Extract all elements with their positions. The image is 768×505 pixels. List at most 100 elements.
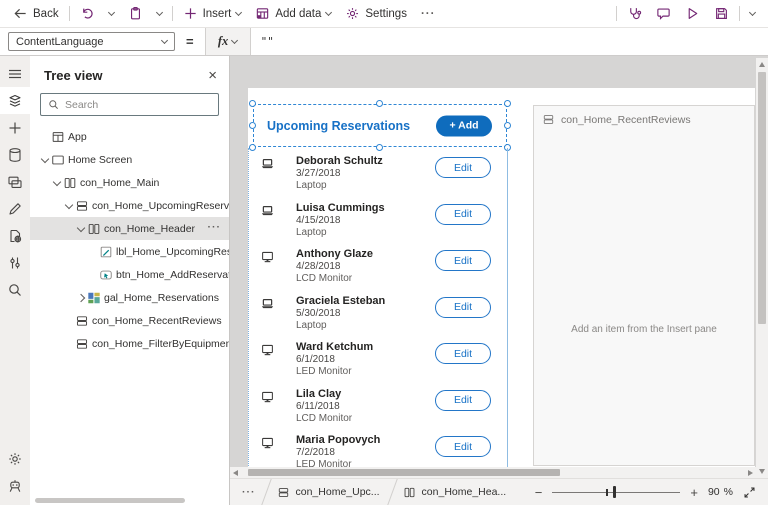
paste-dropdown[interactable] [150, 0, 169, 27]
reservation-device: Laptop [296, 180, 383, 192]
tree-item[interactable]: con_Home_Header ··· [30, 217, 229, 240]
zoom-in-button[interactable]: + [690, 485, 698, 500]
tree-item[interactable]: Home Screen [30, 148, 229, 171]
selected-header-container[interactable]: Upcoming Reservations + Add [253, 104, 507, 147]
chevron-down-icon [156, 8, 163, 15]
edit-button[interactable]: Edit [435, 297, 491, 318]
edit-button[interactable]: Edit [435, 390, 491, 411]
scroll-down-arrow[interactable] [759, 469, 765, 474]
edit-button[interactable]: Edit [435, 250, 491, 271]
settings-button[interactable]: Settings [338, 0, 414, 27]
tree-item[interactable]: con_Home_UpcomingReservations [30, 194, 229, 217]
rail-search-button[interactable] [0, 276, 30, 303]
rail-virtual-agent-button[interactable] [0, 472, 30, 499]
app-checker-button[interactable] [620, 0, 649, 27]
resize-handle[interactable] [504, 122, 511, 129]
resize-handle[interactable] [376, 100, 383, 107]
tree-item[interactable]: App [30, 125, 229, 148]
expand-chevron-icon[interactable] [62, 204, 75, 208]
tree-search-box[interactable] [40, 93, 219, 116]
edit-button[interactable]: Edit [435, 343, 491, 364]
tree-item[interactable]: btn_Home_AddReservation [30, 263, 229, 286]
add-reservation-button[interactable]: + Add [436, 115, 492, 136]
back-arrow-icon [13, 6, 28, 21]
rail-data-button[interactable] [0, 141, 30, 168]
tree-item-more-button[interactable]: ··· [208, 221, 222, 233]
horizontal-scrollbar[interactable] [230, 467, 756, 478]
formula-input[interactable]: "" [261, 35, 274, 48]
expand-chevron-icon[interactable] [74, 295, 87, 301]
search-icon [7, 282, 23, 298]
rail-insert-button[interactable] [0, 114, 30, 141]
expand-chevron-icon[interactable] [50, 181, 63, 185]
tree-item[interactable]: lbl_Home_UpcomingReservat [30, 240, 229, 263]
laptop-icon [259, 204, 276, 219]
breadcrumb-tab[interactable]: con_Home_Hea... [390, 479, 517, 505]
gallery-item[interactable]: Deborah Schultz 3/27/2018 Laptop Edit [249, 148, 507, 195]
gallery-item[interactable]: Ward Ketchum 6/1/2018 LED Monitor Edit [249, 334, 507, 381]
edit-button[interactable]: Edit [435, 157, 491, 178]
expand-chevron-icon[interactable] [38, 158, 51, 162]
scroll-left-arrow[interactable] [233, 470, 238, 476]
breadcrumb-more-button[interactable]: ··· [230, 486, 264, 498]
undo-button[interactable] [73, 0, 102, 27]
vertical-scrollbar-thumb[interactable] [758, 72, 766, 324]
insert-menu-button[interactable]: Insert [176, 0, 249, 27]
tree-item[interactable]: gal_Home_Reservations [30, 286, 229, 309]
chevron-down-icon [235, 8, 242, 15]
gallery-item[interactable]: Graciela Esteban 5/30/2018 Laptop Edit [249, 288, 507, 335]
back-button[interactable]: Back [6, 0, 66, 27]
rail-variables-button[interactable] [0, 249, 30, 276]
scroll-up-arrow[interactable] [759, 62, 765, 67]
gallery-item[interactable]: Luisa Cummings 4/15/2018 Laptop Edit [249, 195, 507, 242]
property-selector[interactable]: ContentLanguage [8, 32, 175, 51]
recent-reviews-container[interactable]: con_Home_RecentReviews Add an item from … [533, 105, 755, 466]
app-canvas[interactable]: Upcoming Reservations + Add Deborah Schu… [248, 88, 755, 468]
reservations-gallery[interactable]: Deborah Schultz 3/27/2018 Laptop Edit Lu… [248, 148, 508, 468]
reservation-device: LCD Monitor [296, 273, 373, 285]
scroll-right-arrow[interactable] [748, 470, 753, 476]
resize-handle[interactable] [504, 100, 511, 107]
save-button[interactable] [707, 0, 736, 27]
expand-chevron-icon[interactable] [74, 227, 87, 231]
zoom-slider-track [552, 492, 680, 494]
preview-play-button[interactable] [678, 0, 707, 27]
gallery-item[interactable]: Lila Clay 6/11/2018 LCD Monitor Edit [249, 381, 507, 428]
monitor-icon [259, 390, 276, 405]
gallery-item[interactable]: Anthony Glaze 4/28/2018 LCD Monitor Edit [249, 241, 507, 288]
search-input[interactable] [65, 99, 211, 111]
panel-title: Tree view [44, 68, 103, 83]
add-data-menu-button[interactable]: Add data [248, 0, 338, 27]
rail-advanced-tools-button[interactable] [0, 222, 30, 249]
breadcrumb-tab[interactable]: con_Home_Upc... [264, 479, 390, 505]
tree-item[interactable]: con_Home_Main [30, 171, 229, 194]
edit-button[interactable]: Edit [435, 436, 491, 457]
undo-dropdown[interactable] [102, 0, 121, 27]
rail-media-button[interactable] [0, 168, 30, 195]
resize-handle[interactable] [249, 122, 256, 129]
zoom-out-button[interactable]: − [535, 485, 543, 500]
toolbar-more-button[interactable]: ··· [414, 0, 443, 27]
tree-item[interactable]: con_Home_RecentReviews [30, 309, 229, 332]
rail-power-automate-button[interactable] [0, 195, 30, 222]
comments-button[interactable] [649, 0, 678, 27]
tree-item[interactable]: con_Home_FilterByEquipment [30, 332, 229, 355]
zoom-slider-handle[interactable] [613, 486, 617, 498]
paste-button[interactable] [121, 0, 150, 27]
tree-horizontal-scrollbar[interactable] [35, 498, 185, 503]
save-dropdown[interactable] [743, 0, 762, 27]
fx-button[interactable]: fx [205, 28, 251, 55]
close-panel-button[interactable]: × [208, 68, 217, 83]
zoom-percentage-value: 90 [708, 486, 720, 498]
vertical-scrollbar[interactable] [756, 58, 768, 478]
rail-settings-button[interactable] [0, 445, 30, 472]
container-icon [542, 113, 555, 126]
edit-button[interactable]: Edit [435, 204, 491, 225]
menu-hamburger-button[interactable] [0, 60, 30, 87]
gallery-item[interactable]: Maria Popovych 7/2/2018 LED Monitor Edit [249, 427, 507, 468]
fit-to-window-button[interactable] [743, 486, 756, 499]
resize-handle[interactable] [249, 100, 256, 107]
zoom-slider[interactable] [552, 485, 680, 499]
horizontal-scrollbar-thumb[interactable] [248, 469, 560, 476]
rail-tree-view-button[interactable] [0, 87, 30, 114]
